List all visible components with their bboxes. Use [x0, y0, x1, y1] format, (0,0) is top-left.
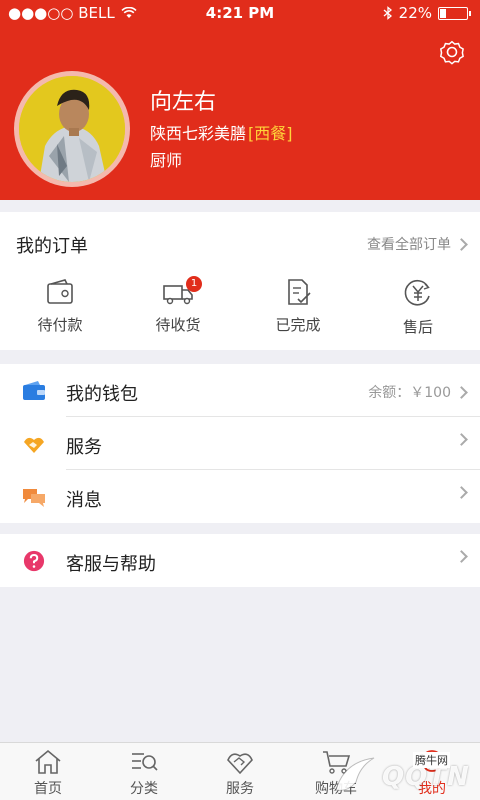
- status-right: 22%: [383, 4, 471, 22]
- yuan-return-icon: [404, 280, 430, 306]
- order-pending-payment[interactable]: 待付款: [0, 278, 120, 335]
- tab-service[interactable]: 服务: [192, 749, 288, 798]
- home-icon: [35, 749, 61, 774]
- tab-label: 首页: [34, 781, 62, 797]
- wallet-balance-group: 余额：￥100: [368, 382, 468, 402]
- shop-tag: [西餐]: [248, 124, 293, 143]
- profile-header: 向左右 陕西七彩美膳 [西餐] 厨师: [0, 26, 480, 200]
- menu-row-messages[interactable]: 消息: [0, 470, 480, 523]
- checklist-icon: [288, 279, 311, 305]
- bluetooth-icon: [383, 6, 392, 20]
- chat-bubbles-icon: [23, 489, 45, 507]
- gear-icon[interactable]: [438, 38, 466, 66]
- wallet-balance: 余额：￥100: [368, 385, 451, 401]
- view-all-label: 查看全部订单: [367, 237, 451, 253]
- tab-label: 服务: [226, 781, 254, 797]
- tab-home[interactable]: 首页: [0, 749, 96, 798]
- shop-name: 陕西七彩美膳: [150, 124, 247, 143]
- tab-category[interactable]: 分类: [96, 749, 192, 798]
- menu-row-label: 客服与帮助: [66, 554, 156, 575]
- watermark-leaf-icon: [335, 757, 375, 791]
- menu-row-right: [455, 433, 468, 446]
- user-name: 向左右: [150, 90, 217, 115]
- category-search-icon: [132, 753, 158, 771]
- shop-line: 陕西七彩美膳 [西餐]: [150, 120, 293, 144]
- wallet-icon: [47, 279, 73, 304]
- menu-row-right: [455, 550, 468, 563]
- order-badge: 1: [186, 276, 202, 292]
- watermark-site: 腾牛网: [413, 752, 450, 768]
- watermark: QQTN 腾牛网: [330, 752, 469, 796]
- tab-label: 分类: [130, 781, 158, 797]
- wallet-blue-icon: [23, 381, 45, 400]
- menu-group-help: 客服与帮助: [0, 534, 480, 587]
- status-bar: ●●●○○ BELL 4:21 PM 22%: [0, 0, 480, 26]
- menu-row-label: 我的钱包: [66, 384, 138, 405]
- orders-section: 我的订单 查看全部订单 待付款 1 待收货 已完成 售后: [0, 212, 480, 350]
- menu-row-help[interactable]: 客服与帮助: [0, 534, 480, 587]
- view-all-orders-link[interactable]: 查看全部订单: [367, 234, 468, 254]
- menu-row-wallet[interactable]: 我的钱包 余额：￥100: [0, 364, 480, 417]
- chevron-right-icon: [455, 237, 468, 251]
- menu-row-right: [455, 486, 468, 499]
- order-after-sales[interactable]: 售后: [358, 278, 478, 337]
- battery-icon: [438, 6, 471, 20]
- battery-percent: 22%: [398, 4, 432, 22]
- menu-row-service[interactable]: 服务: [0, 417, 480, 470]
- menu-row-label: 服务: [66, 437, 102, 458]
- chevron-right-icon: [455, 385, 468, 399]
- handshake-icon: [24, 437, 44, 453]
- avatar[interactable]: [14, 71, 130, 187]
- chevron-right-icon: [455, 550, 468, 563]
- order-item-label: 已完成: [275, 316, 321, 334]
- order-item-label: 待收货: [155, 316, 201, 334]
- order-completed[interactable]: 已完成: [238, 278, 358, 335]
- orders-title: 我的订单: [16, 236, 88, 257]
- handshake-outline-icon: [227, 753, 253, 775]
- order-item-label: 售后: [402, 318, 433, 336]
- user-role: 厨师: [150, 151, 183, 170]
- order-item-label: 待付款: [37, 316, 83, 334]
- menu-group-main: 我的钱包 余额：￥100 服务 消息: [0, 364, 480, 523]
- avatar-photo: [19, 76, 125, 182]
- chevron-right-icon: [455, 433, 468, 446]
- menu-row-label: 消息: [66, 490, 102, 511]
- order-pending-receipt[interactable]: 1 待收货: [118, 276, 238, 335]
- chevron-right-icon: [455, 486, 468, 499]
- help-icon: [23, 550, 45, 572]
